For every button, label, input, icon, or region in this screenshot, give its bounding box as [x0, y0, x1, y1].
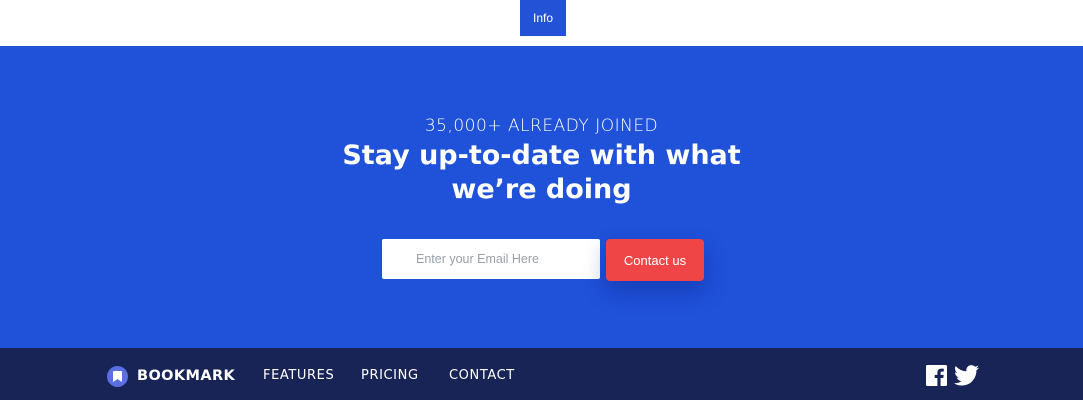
info-tab[interactable]: Info [520, 0, 566, 36]
footer: BOOKMARK FEATURES PRICING CONTACT [0, 348, 1083, 400]
nav-features-link[interactable]: FEATURES [263, 368, 334, 383]
nav-pricing-link[interactable]: PRICING [361, 368, 419, 383]
brand-logo[interactable]: BOOKMARK [107, 365, 235, 387]
newsletter-headline: Stay up-to-date with what we’re doing [342, 140, 741, 205]
joined-count-text: 35,000+ ALREADY JOINED [424, 116, 659, 136]
newsletter-section: 35,000+ ALREADY JOINED Stay up-to-date w… [0, 46, 1083, 348]
nav-contact-link[interactable]: CONTACT [449, 368, 515, 383]
bookmark-icon [107, 365, 128, 387]
brand-name: BOOKMARK [137, 368, 236, 384]
top-bar: Info [0, 0, 1083, 46]
twitter-icon[interactable] [954, 365, 979, 390]
facebook-icon[interactable] [926, 365, 947, 390]
contact-us-button[interactable]: Contact us [606, 239, 704, 281]
email-input[interactable] [382, 239, 600, 279]
